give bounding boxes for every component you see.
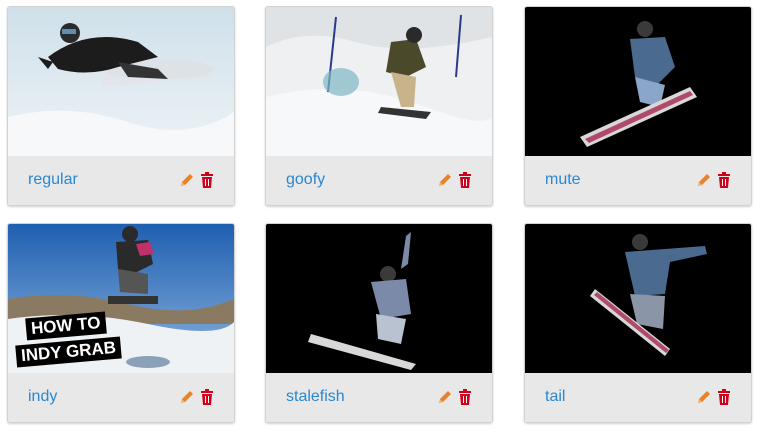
pencil-icon[interactable] — [695, 387, 713, 407]
trick-image-tail[interactable] — [525, 224, 751, 373]
trick-grid: regular goofy mute HOW TO INDY GRAB indy… — [0, 0, 760, 433]
trick-link-regular[interactable]: regular — [28, 170, 78, 190]
trick-card-tail: tail — [524, 223, 752, 423]
card-actions — [178, 387, 216, 407]
trick-card-footer: stalefish — [266, 373, 492, 422]
trick-link-goofy[interactable]: goofy — [286, 170, 325, 190]
trash-icon[interactable] — [456, 387, 474, 407]
snowboarder-stalefish-grab-photo — [266, 224, 492, 373]
trash-icon[interactable] — [456, 170, 474, 190]
card-actions — [178, 170, 216, 190]
trick-image-regular[interactable] — [8, 7, 234, 156]
trick-image-stalefish[interactable] — [266, 224, 492, 373]
trick-link-mute[interactable]: mute — [545, 170, 581, 190]
pencil-icon[interactable] — [178, 387, 196, 407]
trick-card-footer: goofy — [266, 156, 492, 205]
trick-image-goofy[interactable] — [266, 7, 492, 156]
trick-card-regular: regular — [7, 6, 235, 206]
pencil-icon[interactable] — [695, 170, 713, 190]
card-actions — [695, 387, 733, 407]
trick-card-footer: mute — [525, 156, 751, 205]
card-actions — [695, 170, 733, 190]
trick-image-indy[interactable]: HOW TO INDY GRAB — [8, 224, 234, 373]
pencil-icon[interactable] — [178, 170, 196, 190]
trick-card-indy: HOW TO INDY GRAB indy — [7, 223, 235, 423]
trick-card-mute: mute — [524, 6, 752, 206]
trash-icon[interactable] — [198, 170, 216, 190]
trick-card-footer: tail — [525, 373, 751, 422]
trick-card-stalefish: stalefish — [265, 223, 493, 423]
trick-link-tail[interactable]: tail — [545, 387, 565, 407]
trick-card-footer: indy — [8, 373, 234, 422]
card-actions — [436, 387, 474, 407]
trash-icon[interactable] — [715, 170, 733, 190]
snowboarder-goofy-photo — [266, 7, 492, 156]
trick-card-goofy: goofy — [265, 6, 493, 206]
trash-icon[interactable] — [715, 387, 733, 407]
trick-link-stalefish[interactable]: stalefish — [286, 387, 345, 407]
pencil-icon[interactable] — [436, 170, 454, 190]
trick-card-footer: regular — [8, 156, 234, 205]
snowboarder-tail-grab-photo — [525, 224, 751, 373]
trash-icon[interactable] — [198, 387, 216, 407]
pencil-icon[interactable] — [436, 387, 454, 407]
trick-image-mute[interactable] — [525, 7, 751, 156]
snowboarder-mute-grab-photo — [525, 7, 751, 156]
card-actions — [436, 170, 474, 190]
trick-link-indy[interactable]: indy — [28, 387, 57, 407]
snowboarder-regular-photo — [8, 7, 234, 156]
